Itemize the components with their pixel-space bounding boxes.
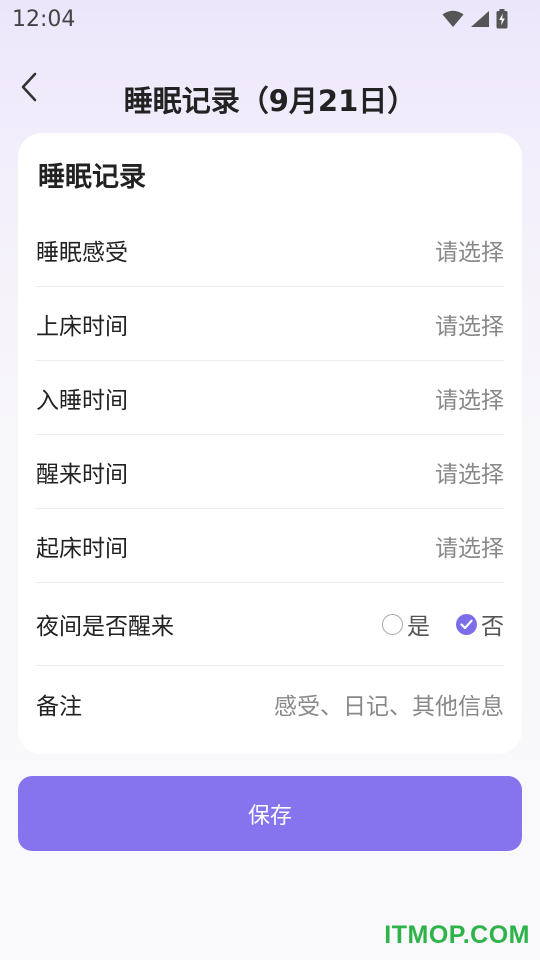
row-night-wake: 夜间是否醒来 是 否 <box>36 583 504 666</box>
row-label: 醒来时间 <box>36 461 128 488</box>
select-value[interactable]: 请选择 <box>435 233 504 267</box>
battery-charging-icon <box>496 9 508 29</box>
row-label: 起床时间 <box>36 535 128 562</box>
radio-unchecked-icon <box>382 613 403 635</box>
row-wake-time[interactable]: 醒来时间 请选择 <box>36 435 504 509</box>
radio-label: 是 <box>407 614 430 640</box>
row-label: 夜间是否醒来 <box>36 614 174 640</box>
sleep-record-card: 睡眠记录 睡眠感受 请选择 上床时间 请选择 入睡时间 请选择 醒来时间 请选择… <box>18 133 522 754</box>
select-value[interactable]: 请选择 <box>435 455 504 489</box>
save-button[interactable]: 保存 <box>18 776 522 851</box>
radio-checked-icon <box>456 613 477 635</box>
row-label: 睡眠感受 <box>36 239 128 266</box>
card-title: 睡眠记录 <box>38 162 146 193</box>
select-value[interactable]: 请选择 <box>435 381 504 415</box>
radio-option-yes[interactable]: 是 <box>382 607 430 641</box>
row-bed-time[interactable]: 上床时间 请选择 <box>36 287 504 361</box>
radio-option-no[interactable]: 否 <box>456 607 504 641</box>
row-note[interactable]: 备注 感受、日记、其他信息 <box>36 666 504 742</box>
row-fall-asleep-time[interactable]: 入睡时间 请选择 <box>36 361 504 435</box>
row-label: 备注 <box>36 694 82 720</box>
watermark-logo: ITMOP.COM <box>384 921 530 949</box>
row-label: 入睡时间 <box>36 387 128 414</box>
form-rows: 睡眠感受 请选择 上床时间 请选择 入睡时间 请选择 醒来时间 请选择 起床时间… <box>36 213 504 742</box>
status-bar: 12:04 <box>0 0 540 38</box>
row-sleep-feeling[interactable]: 睡眠感受 请选择 <box>36 213 504 287</box>
note-input[interactable]: 感受、日记、其他信息 <box>274 687 504 721</box>
radio-label: 否 <box>481 614 504 640</box>
wifi-icon <box>442 10 464 28</box>
cellular-signal-icon <box>470 10 490 28</box>
night-wake-radio-group: 是 否 <box>382 607 504 641</box>
row-get-up-time[interactable]: 起床时间 请选择 <box>36 509 504 583</box>
row-label: 上床时间 <box>36 313 128 340</box>
status-time: 12:04 <box>12 6 76 32</box>
page-title: 睡眠记录（9月21日） <box>123 84 417 118</box>
status-icons <box>442 9 508 29</box>
select-value[interactable]: 请选择 <box>435 529 504 563</box>
select-value[interactable]: 请选择 <box>435 307 504 341</box>
